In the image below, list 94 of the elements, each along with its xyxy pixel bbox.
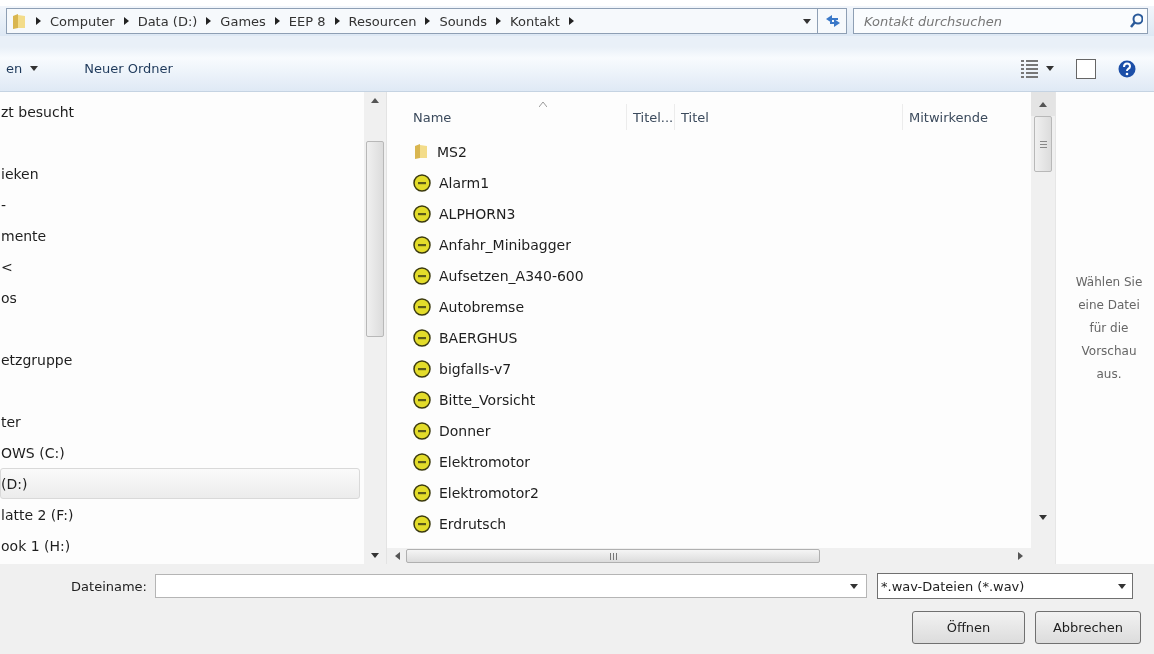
sound-file-icon (413, 483, 431, 502)
scroll-down-icon[interactable] (371, 553, 379, 558)
search-icon[interactable] (1129, 13, 1143, 28)
help-icon (1118, 59, 1136, 78)
grip-icon (609, 552, 617, 560)
cancel-button[interactable]: Abbrechen (1035, 611, 1141, 644)
arrow-icon[interactable] (205, 16, 213, 26)
sidebar-item[interactable]: (D:) (0, 468, 360, 499)
search-field[interactable]: Kontakt durchsuchen (853, 8, 1148, 34)
scrollbar[interactable] (364, 92, 386, 564)
sidebar-item[interactable]: OWS (C:) (0, 437, 360, 468)
arrow-icon[interactable] (495, 16, 503, 26)
sidebar-item[interactable]: - (0, 189, 360, 220)
sidebar-item[interactable]: ook 1 (H:) (0, 530, 360, 561)
folder-icon (413, 143, 429, 160)
sidebar-item[interactable]: os (0, 282, 360, 313)
breadcrumb[interactable]: Games (220, 13, 266, 29)
address-bar[interactable]: Computer Data (D:) Games EEP 8 Resourcen Sounds Kontakt (6, 8, 818, 34)
breadcrumb[interactable]: Computer (50, 13, 115, 29)
dropdown-icon[interactable] (803, 18, 811, 24)
file-name[interactable]: Donner (439, 422, 491, 439)
sound-file-icon (413, 297, 431, 316)
sound-file-icon (413, 328, 431, 347)
sound-file-icon (413, 235, 431, 254)
scrollbar[interactable] (1031, 92, 1055, 564)
scrollbar[interactable] (387, 548, 1031, 564)
dropdown-icon (1118, 583, 1126, 589)
arrow-icon[interactable] (35, 16, 42, 26)
column-header[interactable]: Mitwirkende (903, 104, 1031, 130)
details-view-icon (1021, 59, 1038, 78)
file-name[interactable]: Autobremse (439, 298, 524, 315)
sidebar-item[interactable]: etzgruppe (0, 344, 360, 375)
file-name[interactable]: BAERGHUS (439, 329, 518, 346)
folder-icon (11, 12, 27, 30)
scroll-right-icon[interactable] (1018, 552, 1023, 560)
file-name[interactable]: bigfalls-v7 (439, 360, 512, 377)
open-button[interactable]: Öffnen (912, 611, 1025, 644)
refresh-icon (824, 13, 840, 29)
filename-field[interactable] (155, 574, 867, 598)
dropdown-icon (1046, 66, 1054, 71)
scroll-left-icon[interactable] (395, 552, 400, 560)
sound-file-icon (413, 266, 431, 285)
grip-icon (1039, 140, 1047, 148)
scroll-down-icon[interactable] (1039, 515, 1047, 520)
file-name[interactable]: Erdrutsch (439, 515, 507, 532)
scroll-thumb[interactable] (1034, 116, 1052, 172)
sound-file-icon (413, 514, 431, 533)
file-name[interactable]: Elektromotor (439, 453, 530, 470)
file-name[interactable]: Aufsetzen_A340-600 (439, 267, 584, 284)
refresh-button[interactable] (817, 8, 847, 34)
breadcrumb[interactable]: EEP 8 (288, 13, 326, 29)
scroll-up-icon[interactable] (371, 98, 379, 103)
column-header[interactable]: Titel... (627, 104, 675, 130)
sound-file-icon (413, 359, 431, 378)
dropdown-icon[interactable] (850, 583, 858, 589)
scroll-up-icon[interactable] (1039, 101, 1047, 107)
sidebar-item[interactable]: ieken (0, 158, 360, 189)
sound-file-icon (413, 173, 431, 192)
filename-label: Dateiname: (70, 578, 148, 594)
breadcrumb[interactable]: Data (D:) (137, 13, 198, 29)
sidebar-item[interactable]: mente (0, 220, 360, 251)
arrow-icon[interactable] (122, 16, 130, 26)
arrow-icon[interactable] (333, 16, 341, 26)
file-name[interactable]: Bitte_Vorsicht (439, 391, 536, 408)
sound-file-icon (413, 204, 431, 223)
scroll-thumb[interactable] (366, 141, 384, 337)
breadcrumb[interactable]: Sounds (439, 13, 488, 29)
arrow-icon[interactable] (567, 16, 575, 26)
dropdown-icon (30, 66, 39, 71)
pane-icon (1076, 58, 1096, 79)
preview-message: Wählen Sie eine Datei für die Vorschau aus. (1074, 273, 1144, 383)
organize-button[interactable]: en (0, 57, 49, 80)
sound-file-icon (413, 452, 431, 471)
breadcrumb[interactable]: Kontakt (510, 13, 560, 29)
sound-file-icon (413, 421, 431, 440)
file-name[interactable]: MS2 (437, 143, 467, 160)
sidebar-item[interactable]: zt besucht (0, 96, 360, 127)
column-header[interactable]: Name (387, 104, 627, 130)
scroll-thumb[interactable] (406, 549, 820, 563)
arrow-icon[interactable] (273, 16, 281, 26)
file-name[interactable]: ALPHORN3 (439, 205, 516, 222)
file-name[interactable]: Alarm1 (439, 174, 490, 191)
arrow-icon[interactable] (424, 16, 432, 26)
new-folder-button[interactable]: Neuer Ordner (74, 57, 183, 80)
file-type-dropdown[interactable]: *.wav-Dateien (*.wav) (877, 573, 1133, 599)
sidebar-item[interactable]: latte 2 (F:) (0, 499, 360, 530)
file-name[interactable]: Elektromotor2 (439, 484, 539, 501)
sound-file-icon (413, 390, 431, 409)
file-name[interactable]: Anfahr_Minibagger (439, 236, 571, 253)
sort-icon (539, 102, 547, 108)
sidebar-item[interactable]: ter (0, 406, 360, 437)
column-header[interactable]: Titel (675, 104, 903, 130)
sidebar-item[interactable]: < (0, 251, 360, 282)
breadcrumb[interactable]: Resourcen (348, 13, 417, 29)
